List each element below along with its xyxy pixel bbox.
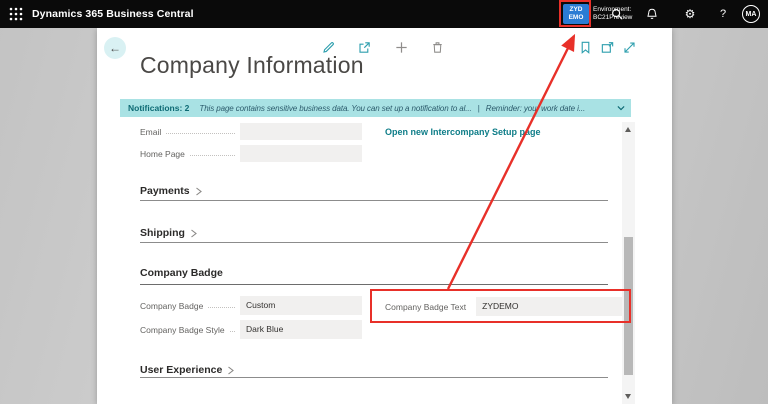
shipping-section-title: Shipping [140, 227, 185, 239]
dot-leader [189, 148, 235, 156]
section-divider [140, 200, 608, 201]
email-field-row: Email [140, 123, 362, 140]
section-company-badge[interactable]: Company Badge [140, 267, 223, 279]
dot-leader [208, 300, 235, 308]
section-divider [140, 284, 608, 285]
section-user-experience[interactable]: User Experience [140, 364, 235, 376]
notifications-bell-icon[interactable] [645, 7, 659, 21]
home-page-label: Home Page [140, 148, 185, 159]
scrollbar-thumb[interactable] [624, 237, 633, 375]
email-label: Email [140, 126, 162, 137]
dot-leader [229, 324, 235, 332]
company-badge-line2: EMO [568, 14, 584, 21]
scroll-up-arrow-icon[interactable] [625, 127, 631, 132]
home-page-field[interactable] [240, 145, 362, 162]
company-badge-style-label: Company Badge Style [140, 324, 225, 335]
company-badge-text-label: Company Badge Text [385, 301, 467, 312]
app-title[interactable]: Dynamics 365 Business Central [32, 0, 194, 28]
company-information-page: ← Company Information Notifications: 2 T… [97, 28, 672, 404]
notification-bar: Notifications: 2 This page contains sens… [120, 99, 631, 117]
vertical-scrollbar[interactable] [622, 122, 635, 404]
delete-trash-icon[interactable] [430, 40, 445, 55]
expand-fullscreen-icon[interactable] [622, 40, 637, 55]
company-badge-text-field[interactable]: ZYDEMO [476, 297, 623, 316]
notification-separator: | [477, 103, 480, 113]
open-in-window-icon[interactable] [600, 40, 615, 55]
company-badge-pill: ZYD EMO [563, 4, 589, 24]
section-divider [140, 242, 608, 243]
new-plus-icon[interactable] [394, 40, 409, 55]
company-badge-style-field[interactable]: Dark Blue [240, 320, 362, 339]
settings-gear-icon[interactable]: ⚙ [683, 7, 697, 21]
search-icon[interactable] [610, 7, 624, 21]
app-window: Dynamics 365 Business Central ZYD EMO En… [0, 0, 768, 404]
company-badge-field[interactable]: Custom [240, 296, 362, 315]
home-page-field-row: Home Page [140, 145, 362, 162]
notification-message-1[interactable]: This page contains sensitive business da… [199, 104, 471, 113]
app-launcher-icon[interactable] [9, 7, 23, 21]
help-icon[interactable]: ? [716, 7, 730, 21]
email-field[interactable] [240, 123, 362, 140]
bookmark-icon[interactable] [578, 40, 591, 55]
notifications-count[interactable]: Notifications: 2 [128, 103, 189, 113]
notification-message-2[interactable]: Reminder: your work date i... [486, 104, 585, 113]
top-navigation-bar: Dynamics 365 Business Central ZYD EMO En… [0, 0, 768, 28]
company-badge-field-row: Company Badge Custom [140, 296, 362, 315]
section-payments[interactable]: Payments [140, 185, 203, 197]
intercompany-setup-link[interactable]: Open new Intercompany Setup page [385, 127, 541, 137]
avatar[interactable]: MA [742, 5, 760, 23]
back-button[interactable]: ← [104, 37, 126, 59]
user-experience-section-title: User Experience [140, 364, 223, 376]
page-title: Company Information [140, 52, 364, 78]
chevron-right-icon [226, 366, 235, 375]
payments-section-title: Payments [140, 185, 190, 197]
section-shipping[interactable]: Shipping [140, 227, 198, 239]
company-badge-label: Company Badge [140, 300, 204, 311]
company-badge-line1: ZYD [569, 6, 583, 13]
chevron-down-icon[interactable] [616, 103, 626, 113]
scroll-down-arrow-icon[interactable] [625, 394, 631, 399]
chevron-right-icon [189, 229, 198, 238]
company-badge-style-field-row: Company Badge Style Dark Blue [140, 320, 362, 339]
dot-leader [166, 126, 235, 134]
company-badge-text-field-row: Company Badge Text ZYDEMO [385, 297, 623, 316]
company-badge-section-title: Company Badge [140, 267, 223, 279]
chevron-right-icon [194, 187, 203, 196]
section-divider [140, 377, 608, 378]
